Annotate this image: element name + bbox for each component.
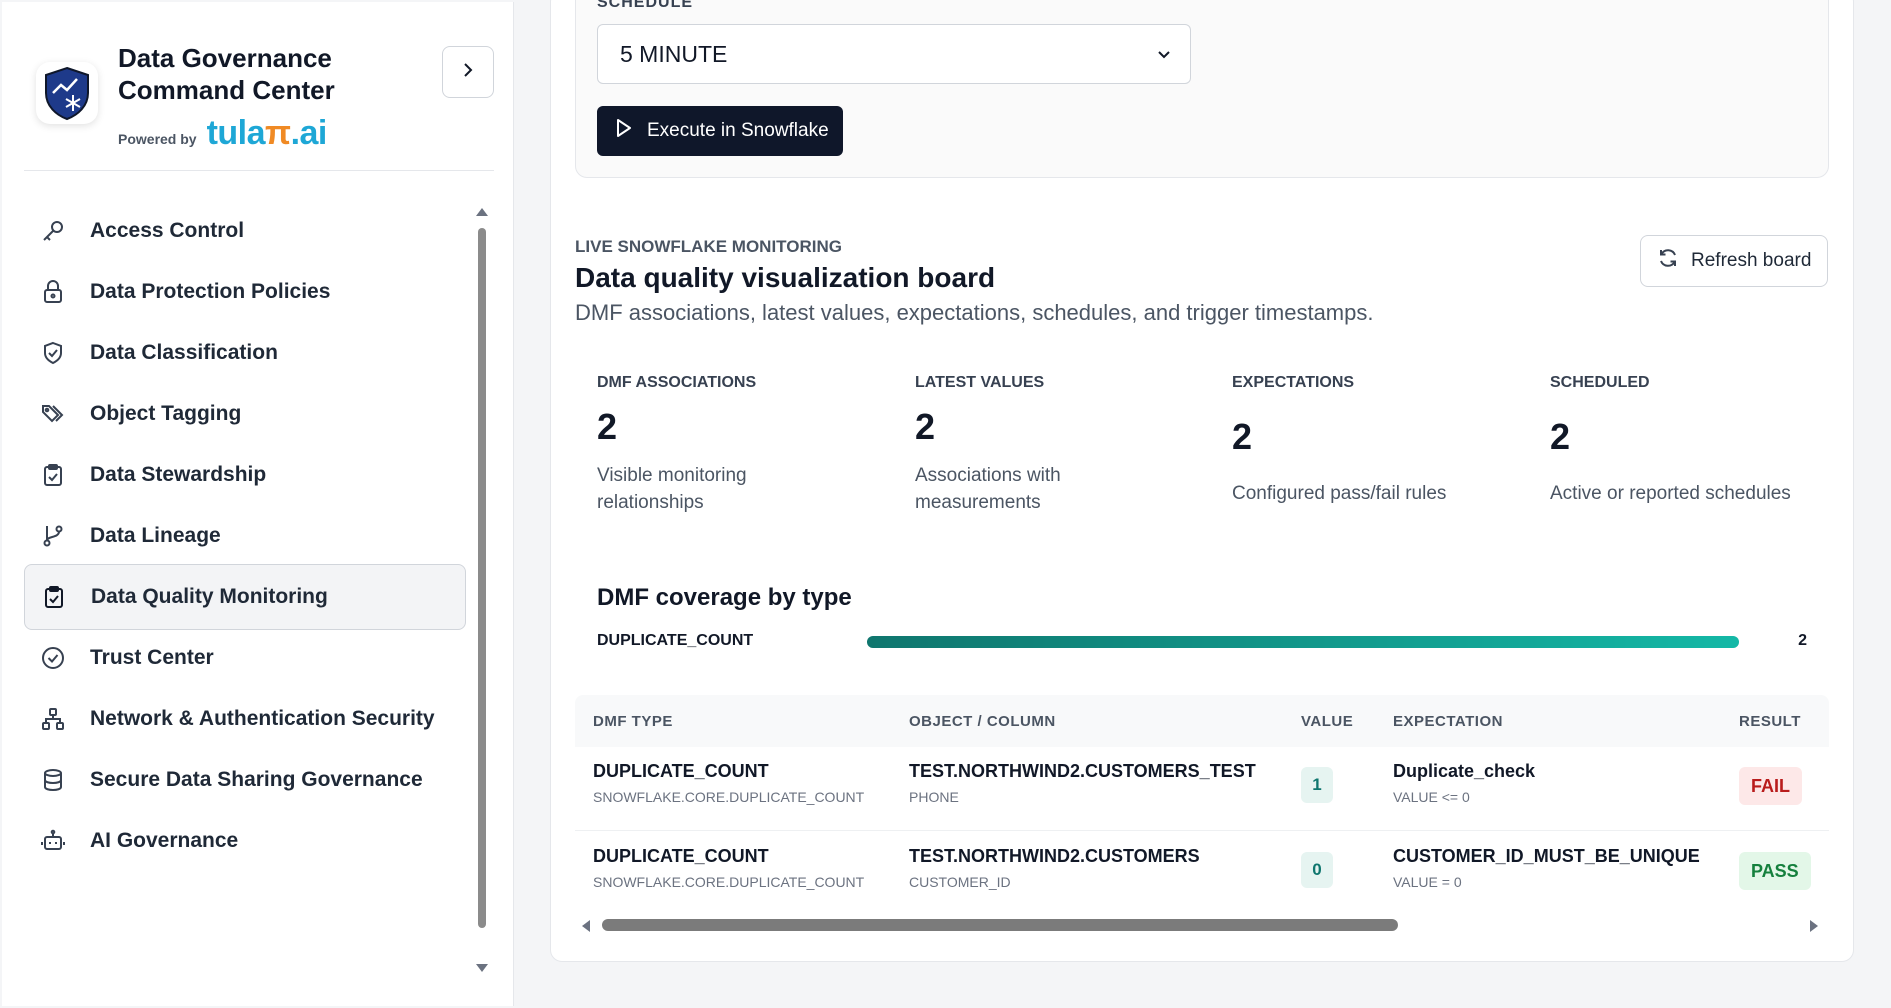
chevron-down-icon	[1156, 41, 1172, 68]
schedule-label: SCHEDULE	[597, 0, 694, 11]
coverage-row-count: 2	[1798, 632, 1807, 649]
lock-icon	[38, 277, 68, 307]
app-title: Data Governance Command Center	[118, 43, 335, 105]
powered-by-label: Powered by	[118, 131, 197, 147]
value-badge: 0	[1301, 852, 1333, 888]
sidebar-scrollbar[interactable]	[476, 208, 488, 972]
bot-icon	[38, 826, 68, 856]
table-row[interactable]: DUPLICATE_COUNT SNOWFLAKE.CORE.DUPLICATE…	[575, 832, 1829, 916]
status-badge: FAIL	[1739, 767, 1802, 805]
brand: Data Governance Command Center Powered b…	[36, 42, 476, 152]
refresh-icon	[1657, 247, 1679, 275]
sidebar-item-network-authentication-security[interactable]: Network & Authentication Security	[24, 686, 466, 752]
execute-button-label: Execute in Snowflake	[647, 120, 829, 141]
execute-in-snowflake-button[interactable]: Execute in Snowflake	[597, 106, 843, 156]
schedule-select[interactable]: 5 MINUTE	[597, 24, 1191, 84]
coverage-title: DMF coverage by type	[597, 584, 852, 611]
schedule-selected-value: 5 MINUTE	[620, 40, 728, 67]
tula-ai-logo: tulaπ.ai	[206, 114, 328, 152]
sidebar-item-data-lineage[interactable]: Data Lineage	[24, 503, 466, 569]
sidebar-item-secure-data-sharing-governance[interactable]: Secure Data Sharing Governance	[24, 747, 466, 813]
header-object-column[interactable]: OBJECT / COLUMN	[909, 713, 1056, 730]
coverage-bar-track	[867, 636, 1739, 648]
dmf-table: DMF TYPE OBJECT / COLUMN VALUE EXPECTATI…	[575, 695, 1829, 945]
table-horizontal-scrollbar[interactable]	[582, 916, 1818, 934]
header-dmf-type[interactable]: DMF TYPE	[593, 713, 673, 730]
clipboard-check-icon	[39, 582, 69, 612]
value-badge: 1	[1301, 767, 1333, 803]
database-icon	[38, 765, 68, 795]
sidebar-item-trust-center[interactable]: Trust Center	[24, 625, 466, 691]
clipboard-check-icon	[38, 460, 68, 490]
divider	[24, 170, 494, 171]
header-result[interactable]: RESULT	[1739, 713, 1801, 730]
sidebar-item-access-control[interactable]: Access Control	[24, 198, 466, 264]
status-badge: PASS	[1739, 852, 1811, 890]
table-row[interactable]: DUPLICATE_COUNT SNOWFLAKE.CORE.DUPLICATE…	[575, 747, 1829, 831]
table-header: DMF TYPE OBJECT / COLUMN VALUE EXPECTATI…	[575, 695, 1829, 747]
sidebar-item-data-stewardship[interactable]: Data Stewardship	[24, 442, 466, 508]
coverage-row: DUPLICATE_COUNT 2	[597, 628, 1807, 658]
board-title: Data quality visualization board	[575, 262, 996, 293]
sidebar-collapse-button[interactable]	[442, 46, 494, 98]
sidebar-item-data-classification[interactable]: Data Classification	[24, 320, 466, 386]
shield-check-icon	[38, 338, 68, 368]
coverage-row-label: DUPLICATE_COUNT	[597, 632, 754, 649]
scroll-left-arrow-icon[interactable]	[582, 920, 590, 932]
scroll-right-arrow-icon[interactable]	[1810, 920, 1818, 932]
sidebar-item-object-tagging[interactable]: Object Tagging	[24, 381, 466, 447]
shield-chart-snowflake-icon	[36, 62, 98, 124]
network-icon	[38, 704, 68, 734]
git-branch-icon	[38, 521, 68, 551]
sidebar: Data Governance Command Center Powered b…	[2, 2, 514, 1006]
metric-expectations: EXPECTATIONS 2 Configured pass/fail rule…	[1232, 374, 1447, 504]
scroll-up-arrow-icon[interactable]	[476, 208, 488, 216]
powered-by: Powered by tulaπ.ai	[118, 114, 327, 153]
scrollbar-thumb[interactable]	[602, 919, 1398, 931]
board-eyebrow: LIVE SNOWFLAKE MONITORING	[575, 237, 842, 256]
sidebar-nav: Access Control Data Protection Policies …	[24, 198, 472, 998]
chevron-right-icon	[459, 61, 477, 84]
header-value[interactable]: VALUE	[1301, 713, 1353, 730]
metric-scheduled: SCHEDULED 2 Active or reported schedules	[1550, 374, 1791, 504]
refresh-board-label: Refresh board	[1691, 250, 1812, 271]
sidebar-item-data-quality-monitoring[interactable]: Data Quality Monitoring	[24, 564, 466, 630]
coverage-bar-fill	[867, 636, 1739, 648]
key-icon	[38, 216, 68, 246]
metric-latest-values: LATEST VALUES 2 Associations with measur…	[915, 374, 1061, 513]
metric-dmf-associations: DMF ASSOCIATIONS 2 Visible monitoring re…	[597, 374, 757, 513]
refresh-board-button[interactable]: Refresh board	[1640, 235, 1828, 287]
sidebar-item-ai-governance[interactable]: AI Governance	[24, 808, 466, 874]
tags-icon	[38, 399, 68, 429]
sidebar-item-data-protection-policies[interactable]: Data Protection Policies	[24, 259, 466, 325]
check-circle-icon	[38, 643, 68, 673]
header-expectation[interactable]: EXPECTATION	[1393, 713, 1503, 730]
scroll-down-arrow-icon[interactable]	[476, 964, 488, 972]
board-subtitle: DMF associations, latest values, expecta…	[575, 300, 1374, 325]
play-icon	[615, 118, 633, 144]
scrollbar-thumb[interactable]	[478, 228, 486, 928]
